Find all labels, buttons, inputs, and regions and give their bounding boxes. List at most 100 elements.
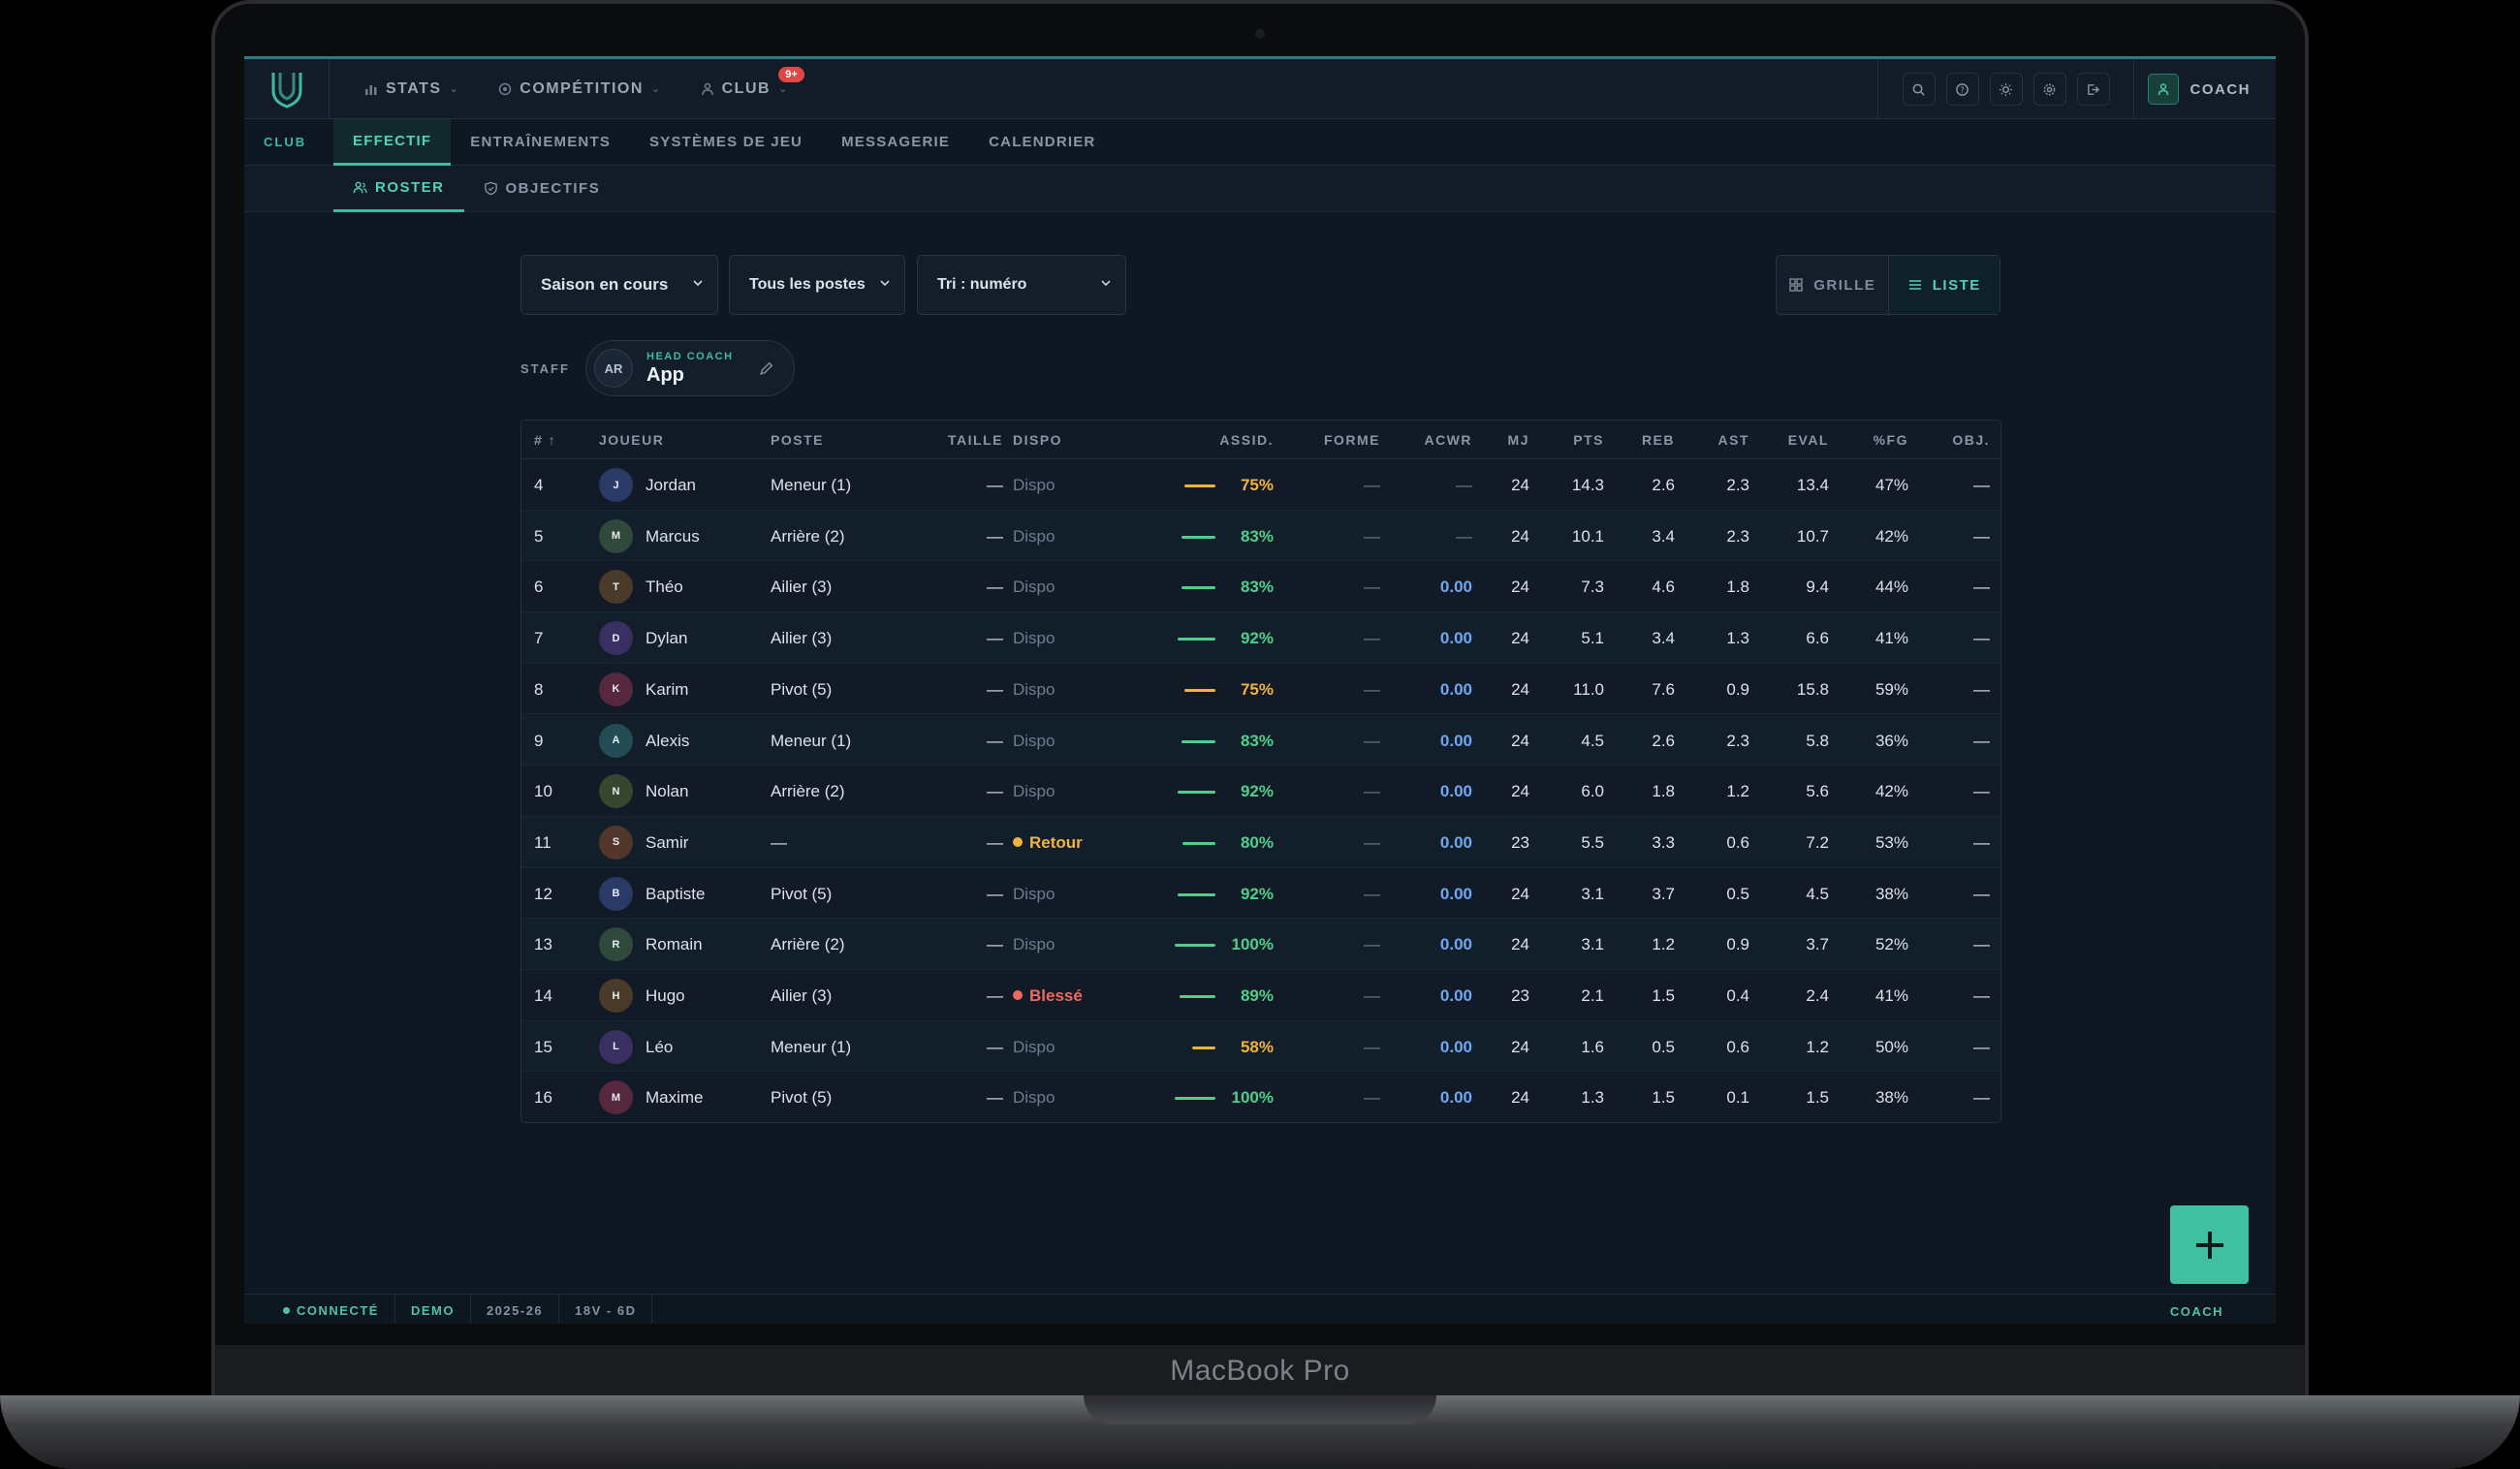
role-label: COACH (2169, 1304, 2223, 1319)
user-menu[interactable]: COACH (2134, 74, 2277, 105)
table-row[interactable]: 11 Samir — — — 23 5.5 3.3 0.6 7.2 53% — S Retour 80% 0.… (521, 816, 2000, 868)
dispo-label: Dispo (1013, 884, 1055, 903)
table-row[interactable]: 8 Karim Pivot (5) — — 24 11.0 7.6 0.9 15.8 59% — K Di… (521, 664, 2000, 715)
col-assid[interactable]: ASSID. (1219, 432, 1274, 448)
table-row[interactable]: 9 Alexis Meneur (1) — — 24 4.5 2.6 2.3 5.8 36% — A Di… (521, 714, 2000, 766)
cell-acwr: 0.00 (1439, 884, 1472, 903)
table-row[interactable]: 4 Jordan Meneur (1) — — 24 14.3 2.6 2.3 13.4 47% — J… (521, 459, 2000, 511)
staff-name: App (646, 364, 684, 386)
cell-eval: 13.4 (1796, 476, 1829, 494)
cell-height: — (987, 1088, 1003, 1108)
cell-pts: 5.5 (1581, 832, 1604, 852)
main-nav: STATS ⌄ COMPÉTITION ⌄ CLUB ⌄ 9+ (330, 59, 808, 119)
attendance-bar (1180, 995, 1215, 998)
staff-role: HEAD COACH (646, 351, 734, 362)
col-num[interactable]: # ↑ (534, 432, 556, 448)
season-select[interactable]: Saison en cours (520, 255, 718, 315)
col-pts[interactable]: PTS (1573, 432, 1604, 448)
laptop-brand: MacBook Pro (1170, 1355, 1350, 1387)
cell-name: Marcus (646, 526, 700, 546)
cell-assid: 83% (1240, 526, 1274, 546)
dispo-label: Dispo (1013, 1088, 1055, 1108)
table-row[interactable]: 13 Romain Arrière (2) — — 24 3.1 1.2 0.9 3.7 52% — R… (521, 919, 2000, 970)
cell-fg: 59% (1874, 679, 1908, 699)
cell-height: — (987, 935, 1003, 954)
tab-messagerie[interactable]: MESSAGERIE (822, 119, 969, 166)
settings-button[interactable] (2032, 73, 2066, 106)
col-position[interactable]: POSTE (771, 432, 824, 448)
tab-entrainements[interactable]: ENTRAÎNEMENTS (451, 119, 630, 166)
cell-pos: Arrière (2) (771, 526, 845, 546)
cell-reb: 3.4 (1652, 629, 1675, 648)
table-row[interactable]: 10 Nolan Arrière (2) — — 24 6.0 1.8 1.2 5.6 42% — N D… (521, 766, 2000, 817)
table-row[interactable]: 5 Marcus Arrière (2) — — 24 10.1 3.4 2.3 10.7 42% —… (521, 510, 2000, 562)
col-reb[interactable]: REB (1642, 432, 1675, 448)
cell-num: 5 (534, 526, 544, 546)
staff-chip[interactable]: AR HEAD COACH App (585, 340, 795, 396)
cell-pos: Meneur (1) (771, 476, 852, 494)
col-ast[interactable]: AST (1718, 432, 1750, 448)
col-mj[interactable]: MJ (1508, 432, 1529, 448)
cell-obj: — (1973, 986, 1990, 1005)
tab-objectifs[interactable]: OBJECTIFS (464, 166, 620, 212)
cell-obj: — (1973, 832, 1990, 852)
season-label: 2025-26 (471, 1294, 560, 1324)
cell-obj: — (1973, 884, 1990, 903)
cell-forme: — (1364, 578, 1380, 597)
table-row[interactable]: 16 Maxime Pivot (5) — — 24 1.3 1.5 0.1 1.5 38% — M Di… (521, 1072, 2000, 1122)
col-dispo[interactable]: DISPO (1013, 432, 1062, 448)
col-fg[interactable]: %FG (1874, 432, 1908, 448)
col-eval[interactable]: EVAL (1788, 432, 1829, 448)
table-row[interactable]: 12 Baptiste Pivot (5) — — 24 3.1 3.7 0.5 4.5 38% — B… (521, 868, 2000, 920)
nav-stats[interactable]: STATS ⌄ (345, 59, 479, 119)
app-logo[interactable] (244, 59, 330, 119)
cell-acwr: 0.00 (1439, 1088, 1472, 1108)
table-row[interactable]: 7 Dylan Ailier (3) — — 24 5.1 3.4 1.3 6.6 41% — D Dis… (521, 612, 2000, 664)
help-button[interactable]: ? (1945, 73, 1979, 106)
nav-competition[interactable]: COMPÉTITION ⌄ (479, 59, 680, 119)
cell-reb: 1.5 (1652, 986, 1675, 1005)
cell-fg: 47% (1874, 476, 1908, 494)
cell-eval: 6.6 (1806, 629, 1829, 648)
col-height[interactable]: TAILLE (948, 432, 1003, 448)
position-select[interactable]: Tous les postes (729, 255, 905, 315)
table-row[interactable]: 6 Théo Ailier (3) — — 24 7.3 4.6 1.8 9.4 44% — T Disp… (521, 561, 2000, 613)
table-row[interactable]: 14 Hugo Ailier (3) — — 23 2.1 1.5 0.4 2.4 41% — H Ble… (521, 970, 2000, 1021)
plus-icon (2195, 1231, 2223, 1259)
tab-systemes-de-jeu[interactable]: SYSTÈMES DE JEU (630, 119, 822, 166)
tab-effectif[interactable]: EFFECTIF (333, 118, 452, 166)
cell-forme: — (1364, 832, 1380, 852)
tab-roster[interactable]: ROSTER (333, 166, 464, 212)
shield-icon (484, 181, 497, 196)
cell-pos: Arrière (2) (771, 782, 845, 801)
theme-button[interactable] (1989, 73, 2023, 106)
col-acwr[interactable]: ACWR (1424, 432, 1472, 448)
col-player[interactable]: JOUEUR (599, 432, 664, 448)
tab-calendrier[interactable]: CALENDRIER (969, 119, 1115, 166)
cell-fg: 50% (1874, 1037, 1908, 1056)
dispo-label: Dispo (1013, 578, 1055, 597)
nav-club[interactable]: CLUB ⌄ 9+ (681, 59, 808, 119)
table-row[interactable]: 15 Léo Meneur (1) — — 24 1.6 0.5 0.6 1.2 50% — L Disp… (521, 1020, 2000, 1073)
search-button[interactable] (1902, 73, 1936, 106)
status-dot (1013, 990, 1023, 1000)
sort-select[interactable]: Tri : numéro (917, 255, 1126, 315)
logout-button[interactable] (2076, 73, 2110, 106)
pencil-icon[interactable] (758, 360, 774, 377)
cell-eval: 3.7 (1806, 935, 1829, 954)
col-forme[interactable]: FORME (1324, 432, 1380, 448)
cell-name: Alexis (646, 731, 690, 750)
cell-acwr: 0.00 (1439, 629, 1472, 648)
cell-dispo: Dispo (1013, 782, 1055, 801)
cell-eval: 15.8 (1796, 679, 1829, 699)
cell-reb: 1.2 (1652, 935, 1675, 954)
col-obj[interactable]: OBJ. (1952, 432, 1990, 448)
cell-acwr: 0.00 (1439, 935, 1472, 954)
cell-obj: — (1973, 731, 1990, 750)
list-view-button[interactable]: LISTE (1887, 256, 2000, 314)
dispo-label: Dispo (1013, 935, 1055, 954)
attendance-bar (1175, 944, 1215, 948)
add-player-button[interactable] (2170, 1205, 2249, 1284)
cell-eval: 2.4 (1806, 986, 1829, 1005)
grid-view-button[interactable]: GRILLE (1777, 256, 1888, 314)
